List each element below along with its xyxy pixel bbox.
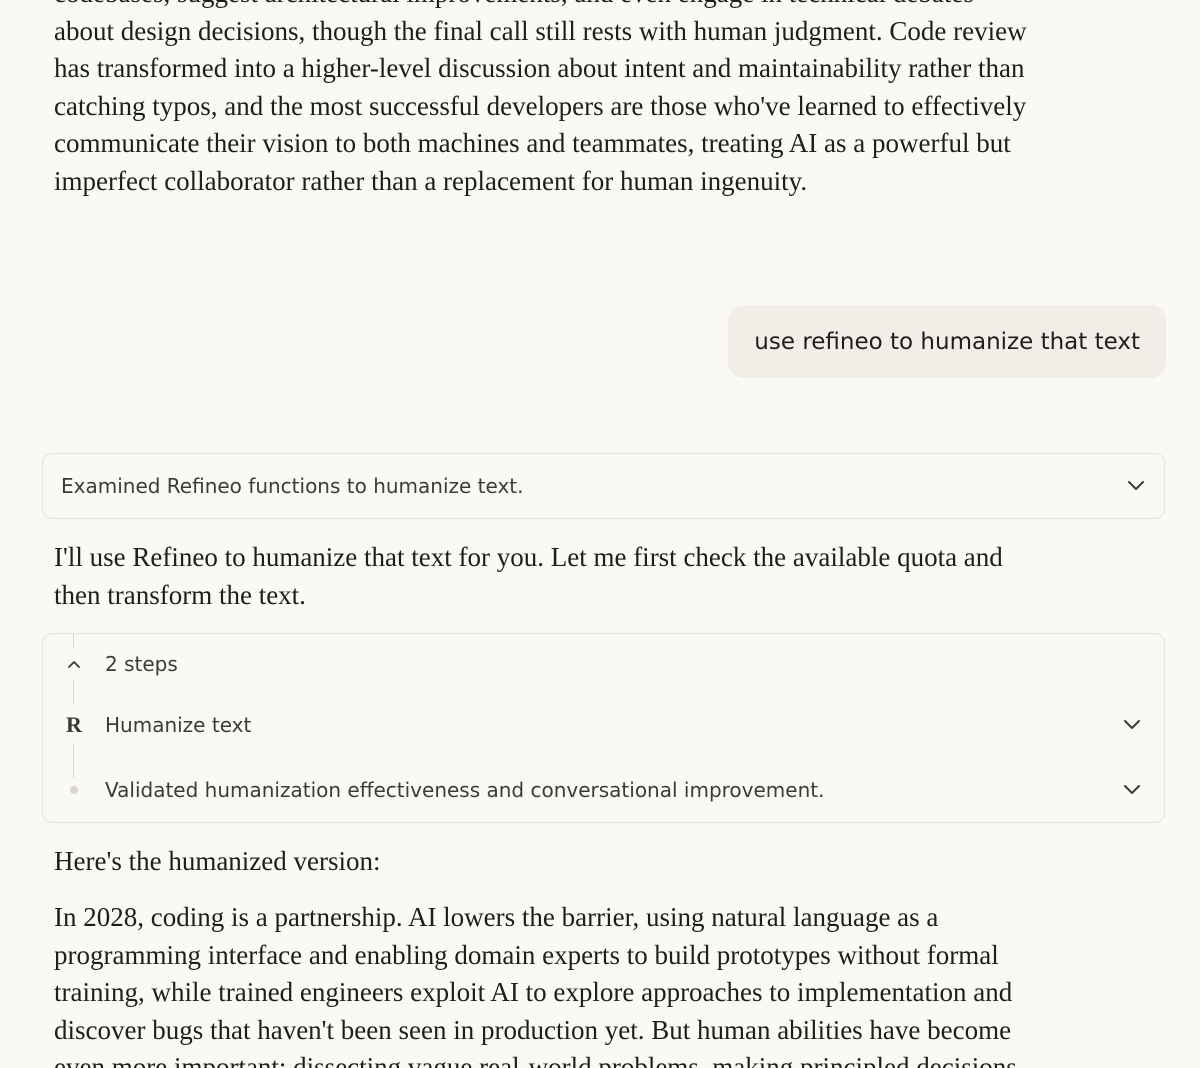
dot-icon [63, 778, 85, 802]
user-message-bubble: use refineo to humanize that text [728, 305, 1166, 378]
refineo-logo-letter: R [66, 712, 82, 737]
steps-collapse-toggle[interactable]: 2 steps [43, 644, 1164, 684]
steps-count-label: 2 steps [105, 652, 178, 676]
message-line: programming interface and enabling domai… [54, 939, 999, 970]
thinking-summary-toggle[interactable]: Examined Refineo functions to humanize t… [42, 453, 1165, 519]
chevron-down-icon [1122, 715, 1142, 735]
message-line: then transform the text. [54, 579, 306, 610]
assistant-message-previous: codebases, suggest architectural improve… [54, 0, 1154, 200]
step-label: Validated humanization effectiveness and… [105, 778, 825, 802]
message-line: communicate their vision to both machine… [54, 128, 1011, 158]
tool-steps-panel: 2 steps R Humanize text Validated humani… [42, 633, 1165, 823]
message-line: codebases, suggest architectural improve… [54, 0, 1154, 13]
message-line: discover bugs that haven't been seen in … [54, 1014, 1012, 1045]
user-message-text: use refineo to humanize that text [754, 328, 1140, 355]
chevron-down-icon [1122, 780, 1142, 800]
message-line: training, while trained engineers exploi… [54, 977, 1013, 1007]
chevron-down-icon [1126, 476, 1146, 496]
message-line: catching typos, and the most successful … [54, 90, 1027, 121]
refineo-logo-icon: R [63, 713, 85, 737]
message-line: In 2028, coding is a partnership. AI low… [54, 902, 939, 932]
message-line: about design decisions, though the final… [54, 15, 1027, 46]
message-line: I'll use Refineo to humanize that text f… [54, 542, 1003, 572]
step-validated-humanization[interactable]: Validated humanization effectiveness and… [43, 770, 1164, 810]
step-humanize-text[interactable]: R Humanize text [43, 705, 1164, 745]
message-line: has transformed into a higher-level disc… [54, 53, 1025, 83]
chevron-up-icon [63, 652, 85, 676]
humanized-text-paragraph: In 2028, coding is a partnership. AI low… [54, 899, 1134, 1068]
message-line: imperfect collaborator rather than a rep… [54, 165, 808, 196]
thinking-summary-label: Examined Refineo functions to humanize t… [61, 474, 524, 498]
assistant-intro-message: I'll use Refineo to humanize that text f… [54, 539, 1134, 614]
message-line: even more important: dissecting vague re… [54, 1052, 1017, 1068]
result-heading: Here's the humanized version: [54, 846, 381, 876]
step-label: Humanize text [105, 713, 252, 737]
